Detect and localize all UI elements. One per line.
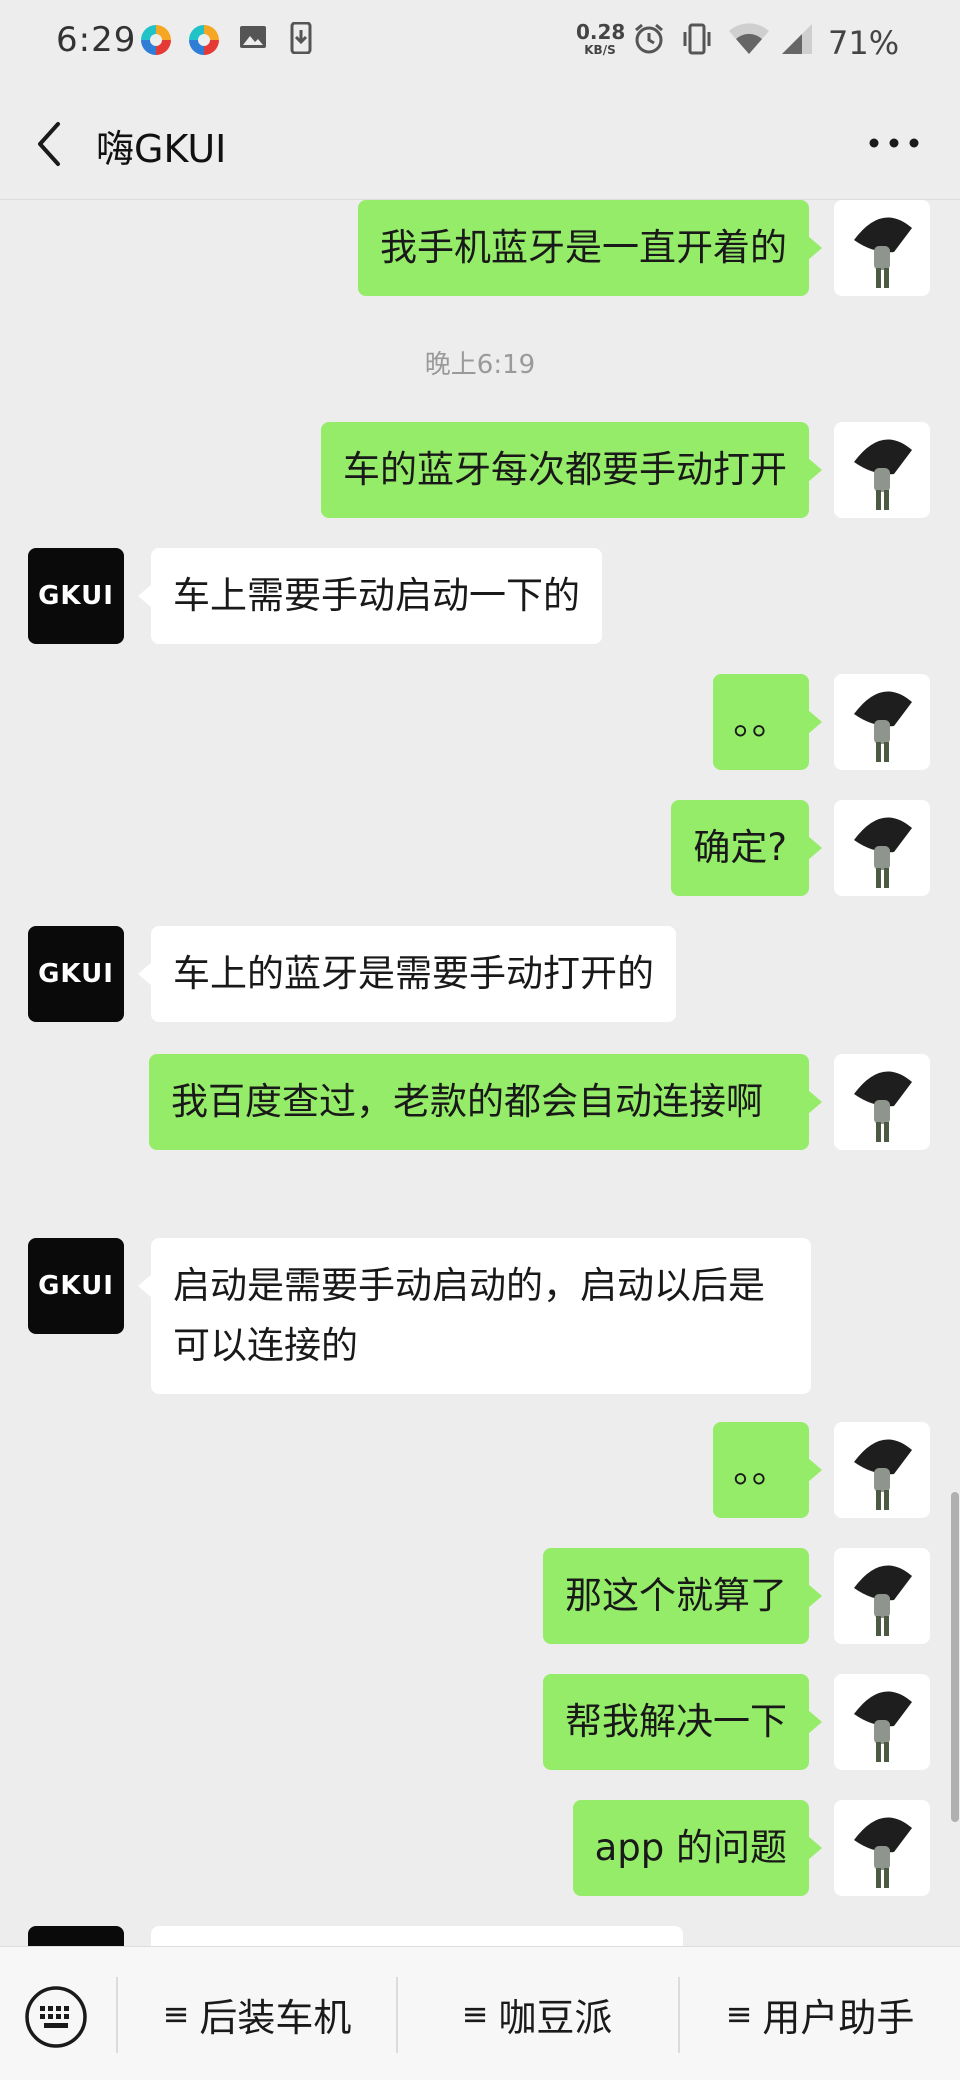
my-avatar[interactable]: [834, 1548, 930, 1644]
keyboard-toggle-button[interactable]: [24, 1985, 88, 2049]
timestamp: 晚上6:19: [424, 350, 536, 380]
wifi-icon: [729, 23, 769, 54]
my-avatar[interactable]: [834, 200, 930, 296]
umbrella-person-icon: [854, 1691, 912, 1762]
my-avatar[interactable]: [834, 422, 930, 518]
my-avatar[interactable]: [834, 1054, 930, 1150]
chat-title: 嗨GKUI: [96, 127, 227, 171]
menu-lines-icon: ≡: [725, 1995, 753, 2033]
my-avatar[interactable]: [834, 1422, 930, 1518]
pinwheel-app-icon: [141, 25, 171, 55]
back-button[interactable]: [28, 118, 76, 170]
menu-item-kadoupai[interactable]: ≡ 咖豆派: [398, 1947, 676, 2080]
contact-avatar[interactable]: GKUI: [28, 926, 124, 1022]
umbrella-person-icon: [854, 817, 912, 888]
chevron-left-icon: [38, 122, 60, 166]
image-icon: [240, 26, 266, 48]
message-bubble[interactable]: 。。: [713, 674, 822, 770]
umbrella-person-icon: [854, 1071, 912, 1142]
network-speed-value: 0.28: [576, 20, 626, 44]
network-speed: 0.28 KB/S: [576, 20, 626, 57]
alarm-icon: [635, 23, 663, 54]
chat-header: 嗨GKUI: [0, 88, 960, 200]
message-bubble-partial[interactable]: [151, 1926, 683, 1946]
status-time: 6:29: [56, 20, 137, 60]
my-avatar[interactable]: [834, 674, 930, 770]
more-dots-icon: [869, 138, 919, 148]
network-speed-unit: KB/S: [584, 43, 616, 57]
umbrella-person-icon: [854, 1565, 912, 1636]
keyboard-icon: [25, 1986, 87, 2048]
menu-item-user-assistant[interactable]: ≡ 用户助手: [680, 1947, 960, 2080]
menu-item-label: 用户助手: [762, 1995, 915, 2040]
message-bubble[interactable]: 那这个就算了: [543, 1548, 822, 1644]
download-phone-icon: [290, 22, 312, 54]
message-bubble[interactable]: app 的问题: [572, 1800, 823, 1896]
menu-lines-icon: ≡: [162, 1995, 190, 2033]
my-avatar[interactable]: [834, 1800, 930, 1896]
message-bubble[interactable]: 启动是需要手动启动的，启动以后是可以连接的: [138, 1238, 811, 1394]
umbrella-person-icon: [854, 691, 912, 762]
menu-item-label: 后装车机: [199, 1995, 352, 2040]
official-account-menu: ≡ 后装车机 ≡ 咖豆派 ≡ 用户助手: [0, 1946, 960, 2080]
contact-avatar-partial[interactable]: [28, 1926, 124, 1946]
scrollbar-thumb[interactable]: [951, 1492, 959, 1822]
menu-lines-icon: ≡: [461, 1995, 489, 2033]
message-bubble[interactable]: 我百度查过，老款的都会自动连接啊: [149, 1054, 822, 1150]
menu-item-label: 咖豆派: [498, 1995, 613, 2040]
message-bubble[interactable]: 我手机蓝牙是一直开着的: [358, 200, 822, 296]
contact-avatar[interactable]: GKUI: [28, 1238, 124, 1334]
message-list[interactable]: 我手机蓝牙是一直开着的 晚上6:19 车的蓝牙每次都要手动打开 GKUI 车上需…: [0, 200, 960, 1946]
contact-avatar[interactable]: GKUI: [28, 548, 124, 644]
umbrella-person-icon: [854, 1817, 912, 1888]
vibrate-icon: [683, 23, 711, 55]
umbrella-person-icon: [854, 217, 912, 288]
pinwheel-app-icon: [189, 25, 219, 55]
message-bubble[interactable]: 车上需要手动启动一下的: [138, 548, 602, 644]
message-bubble[interactable]: 车的蓝牙每次都要手动打开: [321, 422, 822, 518]
battery-level: 71%: [828, 24, 900, 62]
umbrella-person-icon: [854, 439, 912, 510]
message-bubble[interactable]: 帮我解决一下: [543, 1674, 822, 1770]
menu-item-aftermarket[interactable]: ≡ 后装车机: [118, 1947, 396, 2080]
cell-signal-icon: [782, 24, 812, 54]
message-bubble[interactable]: 。。: [713, 1422, 822, 1518]
more-options-button[interactable]: [864, 128, 924, 158]
my-avatar[interactable]: [834, 1674, 930, 1770]
my-avatar[interactable]: [834, 800, 930, 896]
message-bubble[interactable]: 车上的蓝牙是需要手动打开的: [138, 926, 676, 1022]
status-bar: 6:29 0.28 KB/S 71%: [0, 0, 960, 88]
umbrella-person-icon: [854, 1439, 912, 1510]
message-bubble[interactable]: 确定?: [671, 800, 822, 896]
